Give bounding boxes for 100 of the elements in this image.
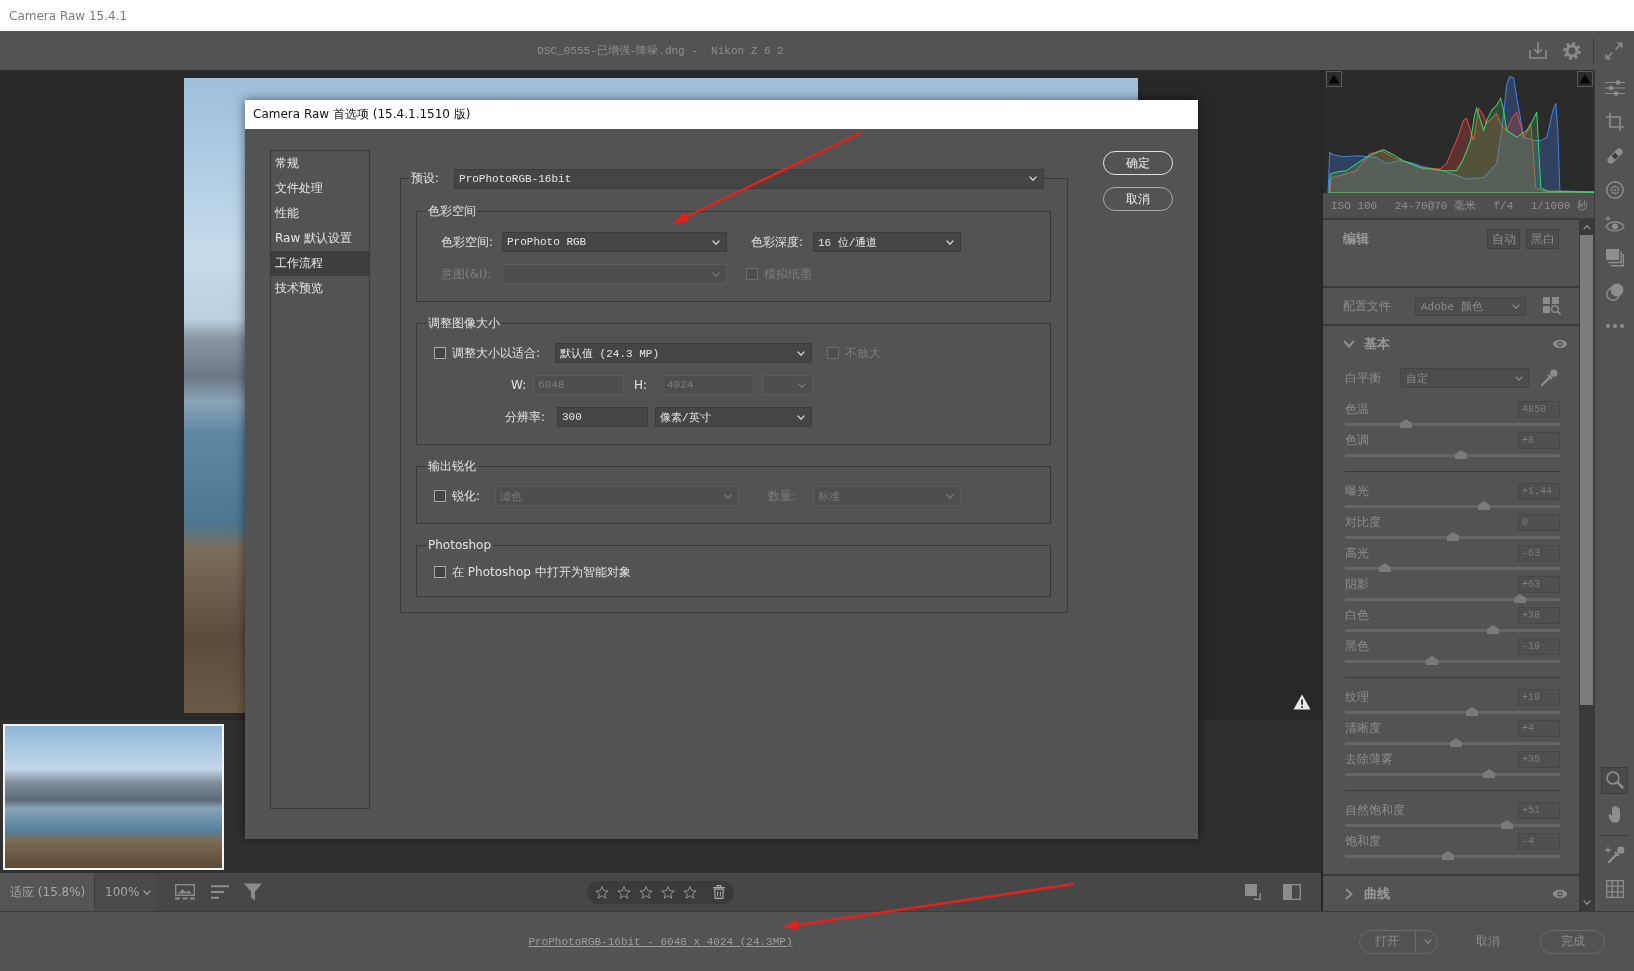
scroll-down-icon[interactable] — [1582, 900, 1591, 905]
search-icon[interactable] — [1601, 766, 1628, 794]
checkbox[interactable] — [434, 490, 446, 502]
settings-icon[interactable] — [1563, 41, 1581, 60]
section-title: 基本 — [1364, 335, 1390, 353]
clipping-warning-icon[interactable] — [1326, 71, 1342, 87]
checkbox-label: 锐化: — [452, 487, 481, 505]
exif-text: 1/1000 秒 — [1530, 199, 1588, 213]
checkbox-label: 调整大小以适合: — [452, 344, 541, 362]
slider-thumb[interactable] — [1426, 656, 1439, 665]
star-icon[interactable] — [595, 885, 609, 899]
checkbox-label: 在 Photoshop 中打开为智能对象 — [452, 563, 631, 581]
sliders-icon[interactable] — [1604, 80, 1625, 96]
dropdown[interactable]: Adobe 颜色 — [1415, 296, 1526, 316]
split-view-icon[interactable] — [1283, 884, 1301, 900]
crop-icon[interactable] — [1605, 113, 1624, 131]
slider-thumb[interactable] — [1466, 707, 1479, 716]
dropdown[interactable]: 16 位/通道 — [813, 232, 961, 252]
filter-icon[interactable] — [244, 883, 262, 901]
star-icon[interactable] — [639, 885, 653, 899]
dropdown[interactable]: 像素/英寸 — [655, 407, 812, 427]
nav-item[interactable]: 技术预览 — [271, 276, 369, 301]
filmstrip-icon[interactable] — [175, 884, 195, 900]
grid-icon[interactable] — [1605, 880, 1624, 898]
slider-thumb[interactable] — [1513, 594, 1526, 603]
slider-thumb[interactable] — [1501, 820, 1514, 829]
eye-icon[interactable] — [1552, 888, 1568, 899]
dropdown[interactable]: ProPhotoRGB-16bit — [454, 168, 1045, 189]
nav-item[interactable]: 性能 — [271, 201, 369, 226]
scrollbar-thumb[interactable] — [1580, 235, 1593, 705]
sort-icon[interactable] — [211, 885, 229, 899]
group-title: 色彩空间 — [426, 203, 478, 219]
scrollbar[interactable] — [1579, 220, 1594, 911]
tiles-magnifier-icon[interactable] — [1543, 297, 1561, 315]
chevron-icon[interactable] — [1343, 340, 1355, 348]
text-field[interactable]: 300 — [557, 407, 648, 427]
photo-thumbnail[interactable] — [3, 724, 224, 870]
eyedropper-plus-icon[interactable] — [1604, 846, 1625, 864]
slider-thumb[interactable] — [1400, 419, 1413, 428]
slider-thumb[interactable] — [1379, 563, 1392, 572]
window-title: Camera Raw 15.4.1 — [9, 8, 128, 23]
field-label: 色彩空间: — [441, 233, 494, 251]
exif-text: ISO 100 — [1331, 199, 1378, 212]
hand-icon[interactable] — [1608, 805, 1621, 823]
expand-icon[interactable] — [1605, 41, 1623, 60]
slider-thumb[interactable] — [1487, 625, 1500, 634]
chevron-down-icon — [1515, 375, 1523, 381]
trash-icon[interactable] — [713, 885, 725, 899]
dropdown[interactable]: ProPhoto RGB — [502, 232, 727, 252]
slider-thumb[interactable] — [1477, 501, 1490, 510]
chevron-down-icon — [1029, 176, 1038, 181]
slider-thumb[interactable] — [1446, 532, 1459, 541]
stacked-squares-icon[interactable] — [1605, 249, 1624, 267]
nav-item[interactable]: Raw 默认设置 — [271, 226, 369, 251]
star-icon[interactable] — [661, 885, 675, 899]
dialog-title: Camera Raw 首选项 (15.4.1.1510 版) — [253, 106, 471, 123]
eyedropper-icon[interactable] — [1540, 369, 1558, 387]
section-title: 编辑 — [1343, 230, 1369, 248]
field-label: 分辨率: — [505, 408, 546, 426]
square-icon[interactable] — [1245, 884, 1261, 900]
field-label: H: — [634, 378, 648, 392]
chevron-icon[interactable] — [1345, 887, 1353, 900]
group-title: 输出锐化 — [426, 458, 478, 474]
checkbox[interactable] — [434, 566, 446, 578]
edit-mode-button[interactable]: 自动 — [1487, 229, 1520, 249]
chevron-down-icon — [946, 239, 954, 245]
checkbox[interactable] — [434, 347, 446, 359]
dropdown[interactable]: 默认值 (24.3 MP) — [555, 343, 812, 363]
dotted-circle-icon[interactable] — [1605, 181, 1624, 199]
dropdown[interactable]: 自定 — [1400, 368, 1529, 388]
nav-item[interactable]: 工作流程 — [271, 251, 369, 276]
exif-text: f/4 — [1493, 199, 1514, 212]
slider-thumb[interactable] — [1450, 738, 1463, 747]
chevron-down-icon — [946, 493, 954, 499]
nav-item[interactable]: 文件处理 — [271, 176, 369, 201]
download-icon[interactable] — [1529, 42, 1547, 59]
field-label: W: — [511, 378, 527, 392]
section-title: 曲线 — [1364, 884, 1390, 903]
warning-icon[interactable] — [1293, 694, 1311, 710]
clipping-warning-icon[interactable] — [1577, 71, 1593, 87]
chevron-down-icon — [712, 271, 720, 277]
overlapping-circles-icon[interactable] — [1605, 283, 1624, 301]
eye-plus-icon[interactable] — [1604, 216, 1625, 232]
workflow-link[interactable]: ProPhotoRGB-16bit - 6048 x 4024 (24.3MP) — [528, 935, 793, 948]
field-label: 色彩深度: — [751, 233, 804, 251]
star-icon[interactable] — [683, 885, 697, 899]
group-title: 调整图像大小 — [426, 315, 502, 331]
nav-item[interactable]: 常规 — [271, 151, 369, 176]
chevron-down-icon — [724, 493, 732, 499]
slider-thumb[interactable] — [1483, 769, 1496, 778]
slider-thumb[interactable] — [1442, 851, 1455, 860]
eye-icon[interactable] — [1552, 339, 1568, 349]
chevron-down-icon — [798, 382, 806, 388]
scroll-up-icon[interactable] — [1582, 225, 1591, 230]
more-icon[interactable] — [1605, 324, 1624, 328]
chevron-down-icon — [1512, 303, 1520, 309]
caret-icon — [143, 889, 151, 895]
zoom-fit-button[interactable]: 适应 (15.8%) — [0, 873, 94, 911]
star-icon[interactable] — [617, 885, 631, 899]
slider-thumb[interactable] — [1455, 450, 1468, 459]
